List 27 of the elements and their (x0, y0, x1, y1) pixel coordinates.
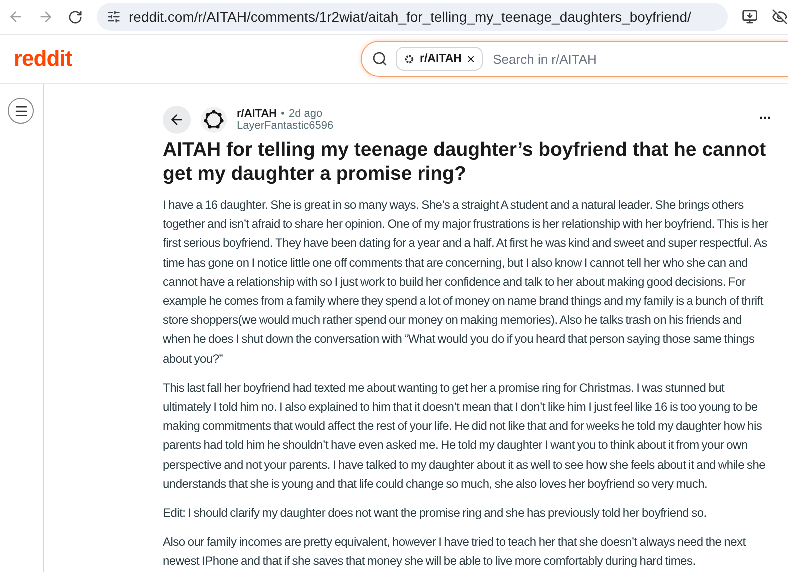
subreddit-chip[interactable]: r/AITAH × (396, 47, 484, 71)
back-button[interactable] (163, 106, 191, 134)
eye-off-icon[interactable] (772, 9, 788, 25)
post-paragraph: I have a 16 daughter. She is great in so many ways. She’s a straight A student and a natural leader. She brings others together and isn’t afraid to share her opinion. One of my major frustrations is her relationship with her boyfriend. This is her first serious boyfriend. They have been dating for a year and a half. At first he was kind and sweet and super respectful. As time has gone on I notice little one off comments that are concerning, but I also know I cannot tell her who she can and cannot have a relationship with so I just work to build her confidence and talk to her about making good decisions. For example he comes from a family where they spend a lot of money on name brand things and my family is a bunch of thrift store shoppers(we would much rather spend our money on making memories). Also he talks trash on his friends and when he does I shut down the conversation with “What would you do if you heard that person saying those same things about you?” (163, 197, 770, 368)
site-settings-icon[interactable] (107, 10, 121, 24)
separator: • (281, 108, 285, 120)
more-options-button[interactable]: ... (759, 106, 771, 122)
search-field[interactable]: r/AITAH × Search in r/AITAH (361, 41, 788, 77)
close-icon[interactable]: × (466, 51, 476, 67)
chip-label: r/AITAH (420, 53, 462, 65)
menu-icon (14, 104, 28, 118)
post-paragraph: Also our family incomes are pretty equivalent, however I have tried to teach her that she doesn’t always need the next newest IPhone and that if she saves that money she will be able to live more comfortably during hard times. (163, 534, 747, 570)
post-title: AITAH for telling my teenage daughter’s boyfriend that he cannot get my daughter a promise ring? (163, 138, 768, 186)
search-icon (372, 51, 388, 67)
install-icon[interactable] (742, 9, 758, 25)
url-text: reddit.com/r/AITAH/comments/1r2wiat/aitah_for_telling_my_teenage_daughters_boyfriend/ (129, 9, 692, 25)
subreddit-avatar-icon (201, 107, 227, 133)
forward-icon[interactable] (38, 9, 54, 25)
address-bar[interactable]: reddit.com/r/AITAH/comments/1r2wiat/aitah_for_telling_my_teenage_daughters_boyfriend/ (97, 3, 728, 31)
post-paragraph: This last fall her boyfriend had texted me about wanting to get her a promise ring for Christmas. I was stunned but ultimately I told him no. I also explained to him that it doesn’t mean that I don’t like him I just feel like 16 is too young to be making commitments that would affect the rest of your life. He did not like that and for weeks he told my daughter how his parents had told him he shouldn’t have even asked me. He told my daughter I want you to think about it from your own perspective and not your parents. I have talked to my daughter about it as well to see how she feels about it and while she understands that she is young and that life could change so much, she also loves her boyfriend so very much. (163, 380, 767, 493)
post-age: 2d ago (289, 108, 323, 120)
back-icon[interactable] (8, 9, 24, 25)
author-name[interactable]: LayerFantastic6596 (237, 120, 750, 132)
subreddit-link[interactable]: r/AITAH (237, 108, 278, 120)
menu-button[interactable] (8, 98, 34, 124)
reload-icon[interactable] (68, 10, 83, 24)
post-paragraph: Edit: I should clarify my daughter does not want the promise ring and she has previously told her boyfriend so. (163, 505, 708, 522)
